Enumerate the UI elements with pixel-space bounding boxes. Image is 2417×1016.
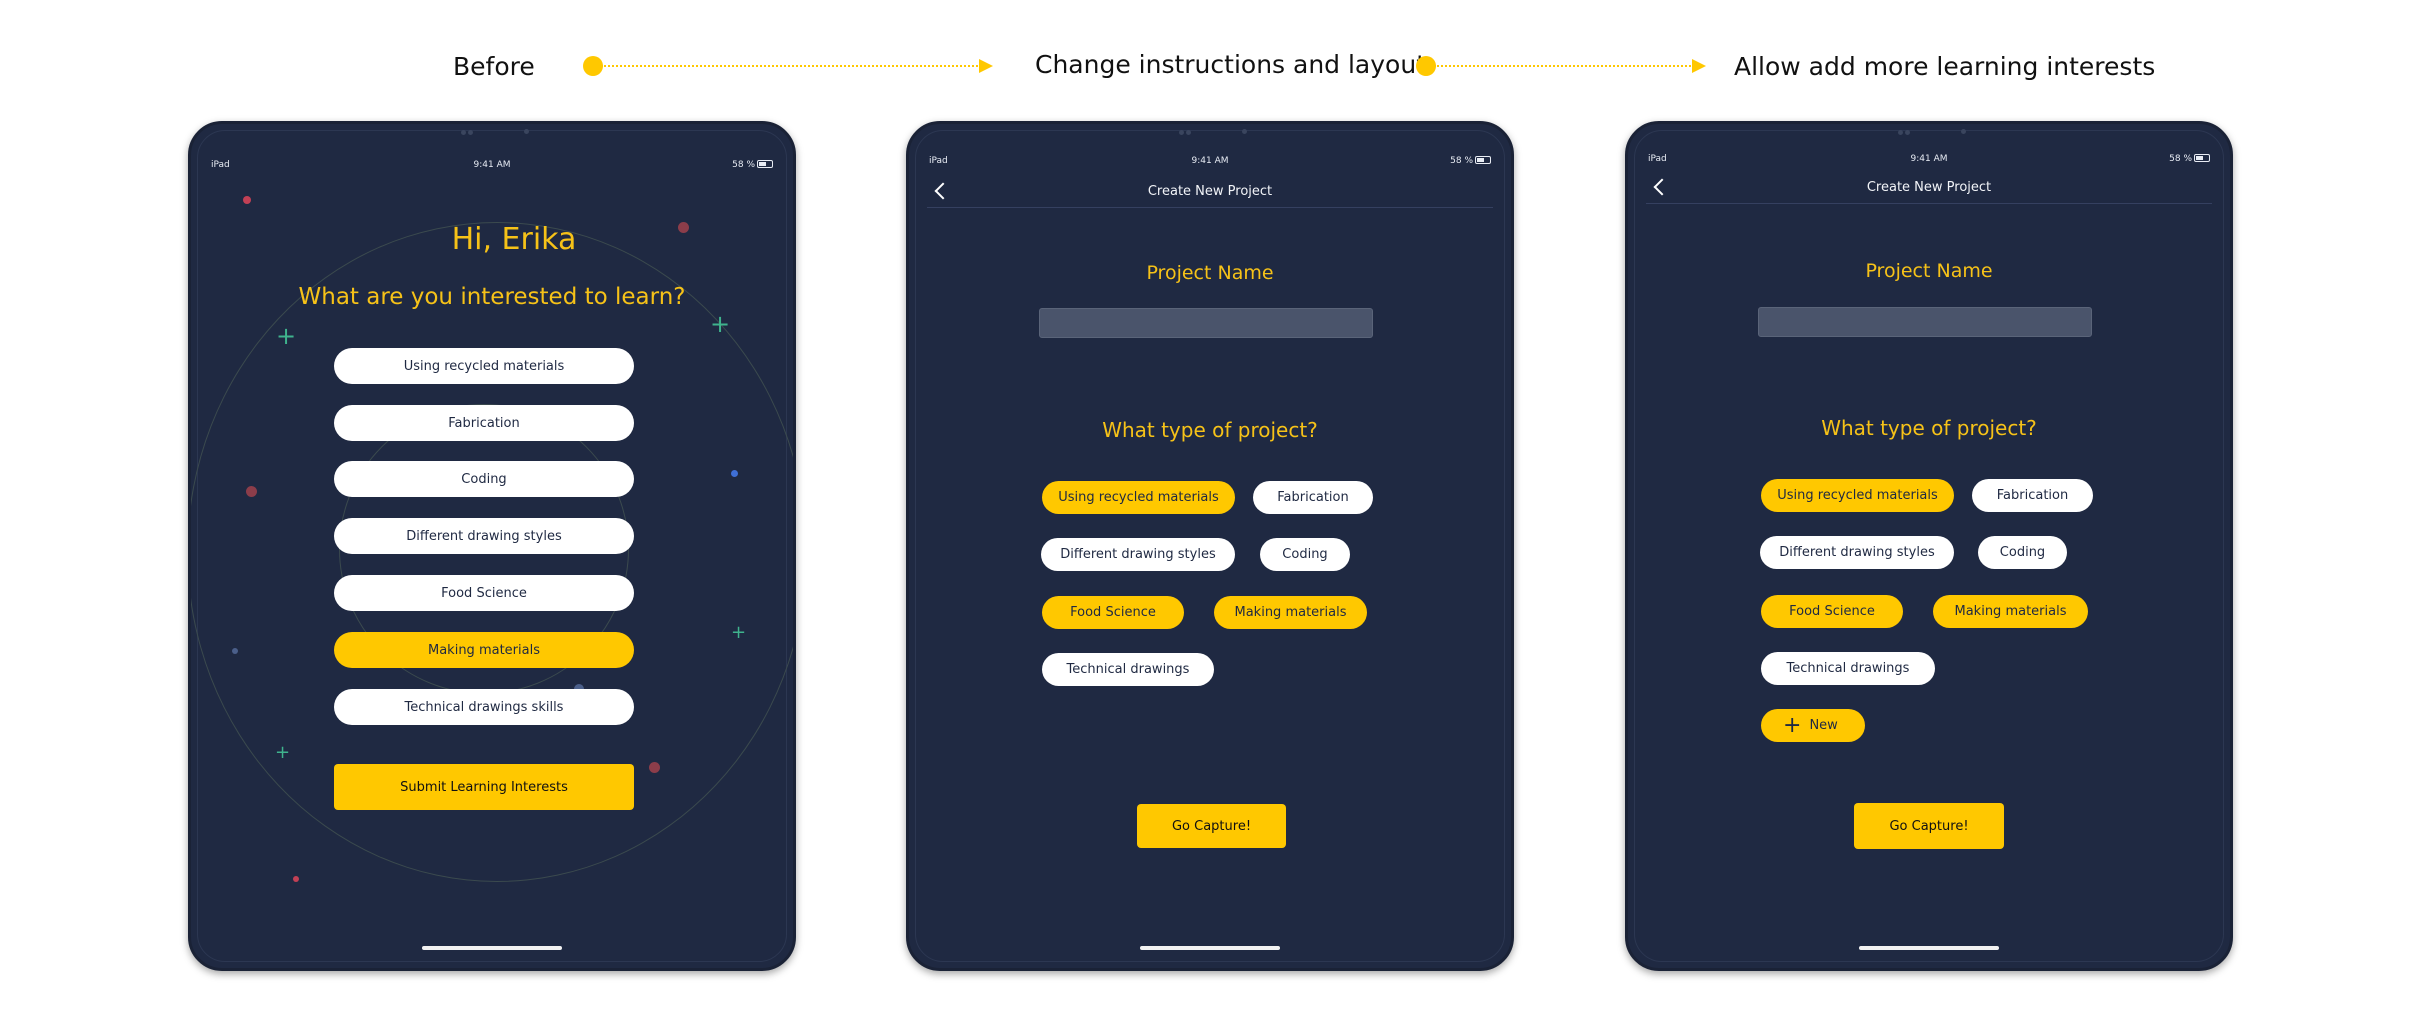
- add-new-interest-button[interactable]: + New: [1761, 709, 1865, 742]
- flow-step-before: Before: [453, 52, 535, 81]
- tag-recycled-materials[interactable]: Using recycled materials: [1761, 479, 1954, 512]
- status-battery: 58 %: [732, 160, 773, 170]
- tag-making-materials[interactable]: Making materials: [1214, 596, 1367, 629]
- decor-dot: [293, 876, 299, 882]
- nav-title: Create New Project: [1147, 184, 1273, 199]
- project-type-label: What type of project?: [1102, 418, 1318, 442]
- status-time: 9:41 AM: [1910, 154, 1948, 164]
- ipad-create-project-v2: iPad 9:41 AM 58 % Create New Project Pro…: [906, 121, 1514, 971]
- tag-fabrication[interactable]: Fabrication: [1972, 479, 2093, 512]
- status-bar: iPad 9:41 AM 58 %: [929, 156, 1491, 170]
- ipad-create-project-v3: iPad 9:41 AM 58 % Create New Project Pro…: [1625, 121, 2233, 971]
- decor-plus-icon: +: [710, 310, 731, 338]
- decor-dot: [649, 762, 660, 773]
- project-name-input[interactable]: [1758, 307, 2092, 337]
- tag-drawing-styles[interactable]: Different drawing styles: [1041, 538, 1235, 571]
- battery-icon: [757, 160, 773, 168]
- status-bar: iPad 9:41 AM 58 %: [1648, 154, 2210, 168]
- tag-drawing-styles[interactable]: Different drawing styles: [1760, 536, 1954, 569]
- status-time: 9:41 AM: [1191, 156, 1229, 166]
- status-battery: 58 %: [2169, 154, 2210, 164]
- status-battery: 58 %: [1450, 156, 1491, 166]
- flow-step-change-layout: Change instructions and layout: [1035, 50, 1426, 79]
- project-name-input[interactable]: [1039, 308, 1373, 338]
- tag-food-science[interactable]: Food Science: [1761, 595, 1903, 628]
- interest-option-fabrication[interactable]: Fabrication: [334, 405, 634, 441]
- decor-dot: [731, 470, 738, 477]
- device-label: iPad: [929, 156, 948, 166]
- greeting-title: Hi, Erika: [451, 222, 577, 257]
- flow-dot-icon: [1416, 56, 1436, 76]
- home-indicator[interactable]: [422, 946, 562, 950]
- tag-recycled-materials[interactable]: Using recycled materials: [1042, 481, 1235, 514]
- arrow-head-icon: [979, 59, 993, 73]
- tag-coding[interactable]: Coding: [1260, 538, 1350, 571]
- project-name-label: Project Name: [1865, 260, 1993, 282]
- project-name-label: Project Name: [1146, 262, 1274, 284]
- flow-step-add-interests: Allow add more learning interests: [1734, 52, 2156, 81]
- home-indicator[interactable]: [1140, 946, 1280, 950]
- interest-option-food-science[interactable]: Food Science: [334, 575, 634, 611]
- flow-arrow-2: [1416, 54, 1706, 78]
- submit-interests-button[interactable]: Submit Learning Interests: [334, 764, 634, 810]
- decor-dot: [243, 196, 251, 204]
- interest-option-making-materials[interactable]: Making materials: [334, 632, 634, 668]
- interest-option-technical-drawings[interactable]: Technical drawings skills: [334, 689, 634, 725]
- battery-icon: [1475, 156, 1491, 164]
- decor-plus-icon: +: [276, 322, 297, 350]
- tag-technical-drawings[interactable]: Technical drawings: [1761, 652, 1935, 685]
- device-label: iPad: [211, 160, 230, 170]
- nav-bar: Create New Project: [927, 176, 1493, 208]
- status-bar: iPad 9:41 AM 58 %: [211, 160, 773, 174]
- interest-option-recycled[interactable]: Using recycled materials: [334, 348, 634, 384]
- status-time: 9:41 AM: [473, 160, 511, 170]
- decor-dot: [246, 486, 257, 497]
- tag-technical-drawings[interactable]: Technical drawings: [1042, 653, 1214, 686]
- interest-option-drawing-styles[interactable]: Different drawing styles: [334, 518, 634, 554]
- tag-coding[interactable]: Coding: [1978, 536, 2067, 569]
- project-type-label: What type of project?: [1821, 416, 2037, 440]
- tag-food-science[interactable]: Food Science: [1042, 596, 1184, 629]
- device-label: iPad: [1648, 154, 1667, 164]
- tag-making-materials[interactable]: Making materials: [1933, 595, 2088, 628]
- ipad-before-screen: iPad 9:41 AM 58 % + + + + Hi, Erika What…: [188, 121, 796, 971]
- home-indicator[interactable]: [1859, 946, 1999, 950]
- go-capture-button[interactable]: Go Capture!: [1137, 804, 1286, 848]
- nav-bar: Create New Project: [1646, 172, 2212, 204]
- decor-dot: [232, 648, 238, 654]
- flow-dot-icon: [583, 56, 603, 76]
- arrow-head-icon: [1692, 59, 1706, 73]
- interest-option-coding[interactable]: Coding: [334, 461, 634, 497]
- decor-plus-icon: +: [275, 742, 291, 763]
- go-capture-button[interactable]: Go Capture!: [1854, 803, 2004, 849]
- plus-icon: +: [1783, 712, 1802, 738]
- decor-plus-icon: +: [731, 622, 747, 643]
- nav-title: Create New Project: [1866, 180, 1992, 195]
- battery-icon: [2194, 154, 2210, 162]
- interest-question: What are you interested to learn?: [298, 284, 686, 310]
- flow-arrow-1: [583, 54, 995, 78]
- tag-fabrication[interactable]: Fabrication: [1253, 481, 1373, 514]
